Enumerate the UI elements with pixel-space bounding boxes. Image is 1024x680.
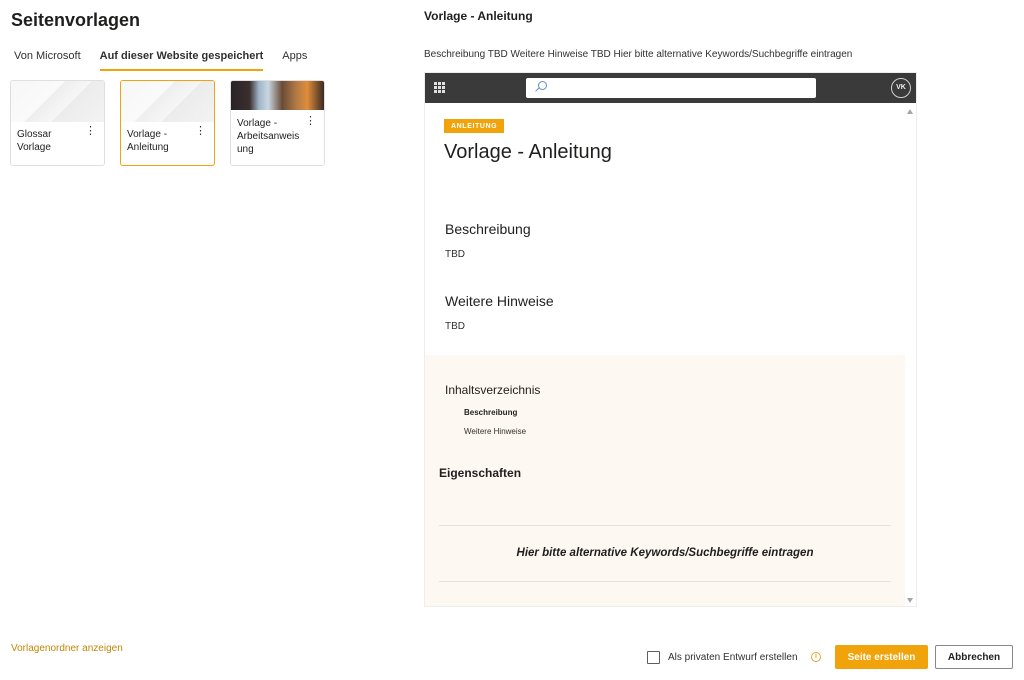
section-heading-hinweise: Weitere Hinweise [445,293,554,309]
template-thumbnail [11,81,104,122]
toc-item: Weitere Hinweise [464,427,527,436]
template-card-glossar[interactable]: Glossar Vorlage ⋮ [10,80,105,166]
tab-von-microsoft[interactable]: Von Microsoft [14,48,81,71]
more-vertical-icon[interactable]: ⋮ [85,126,96,137]
section-text-beschreibung: TBD [445,249,465,260]
cancel-button[interactable]: Abbrechen [935,645,1013,669]
template-name: Vorlage - Arbeitsanweis ung [237,118,300,155]
avatar[interactable]: VK [891,78,911,98]
section-text-hinweise: TBD [445,321,465,332]
scroll-up-icon[interactable] [907,109,913,114]
tab-auf-dieser-website[interactable]: Auf dieser Website gespeichert [99,48,263,71]
more-vertical-icon[interactable]: ⋮ [305,116,316,127]
template-tabs: Von Microsoft Auf dieser Website gespeic… [14,48,326,71]
section-heading-beschreibung: Beschreibung [445,221,531,237]
template-name: Vorlage - Anleitung [127,129,169,153]
panel-title: Seitenvorlagen [11,10,141,30]
scroll-down-icon[interactable] [907,598,913,603]
template-preview: VK ANLEITUNG Vorlage - Anleitung Beschre… [424,72,917,607]
show-template-folder-link[interactable]: Vorlagenordner anzeigen [11,643,123,654]
properties-heading: Eigenschaften [439,466,522,480]
preview-page: ANLEITUNG Vorlage - Anleitung Beschreibu… [425,103,907,606]
more-vertical-icon[interactable]: ⋮ [195,126,206,137]
tab-apps[interactable]: Apps [282,48,307,71]
preview-title: Vorlage - Anleitung [424,9,533,23]
template-thumbnail [121,81,214,122]
divider [439,581,891,582]
private-draft-checkbox[interactable] [647,651,660,664]
template-card-anleitung[interactable]: Vorlage - Anleitung ⋮ [120,80,215,166]
page-badge: ANLEITUNG [444,119,505,133]
preview-description: Beschreibung TBD Weitere Hinweise TBD Hi… [424,49,853,60]
divider [439,525,891,526]
page-band: Inhaltsverzeichnis Beschreibung Weitere … [425,355,907,606]
create-page-button[interactable]: Seite erstellen [835,645,928,669]
preview-scrollbar[interactable] [905,103,916,606]
info-icon[interactable]: i [811,652,821,662]
suite-bar: VK [425,73,916,103]
waffle-icon[interactable] [434,82,445,93]
private-draft-label: Als privaten Entwurf erstellen [668,652,798,663]
template-thumbnail [231,81,324,110]
page-heading: Vorlage - Anleitung [444,141,612,163]
search-icon [538,81,547,90]
template-list: Glossar Vorlage ⋮ Vorlage - Anleitung ⋮ … [10,80,325,166]
keywords-text: Hier bitte alternative Keywords/Suchbegr… [516,547,814,559]
toc-heading: Inhaltsverzeichnis [445,383,541,397]
template-name: Glossar Vorlage [17,129,52,153]
search-box[interactable] [526,78,816,98]
template-card-arbeitsanweisung[interactable]: Vorlage - Arbeitsanweis ung ⋮ [230,80,325,166]
toc-item: Beschreibung [464,408,518,417]
